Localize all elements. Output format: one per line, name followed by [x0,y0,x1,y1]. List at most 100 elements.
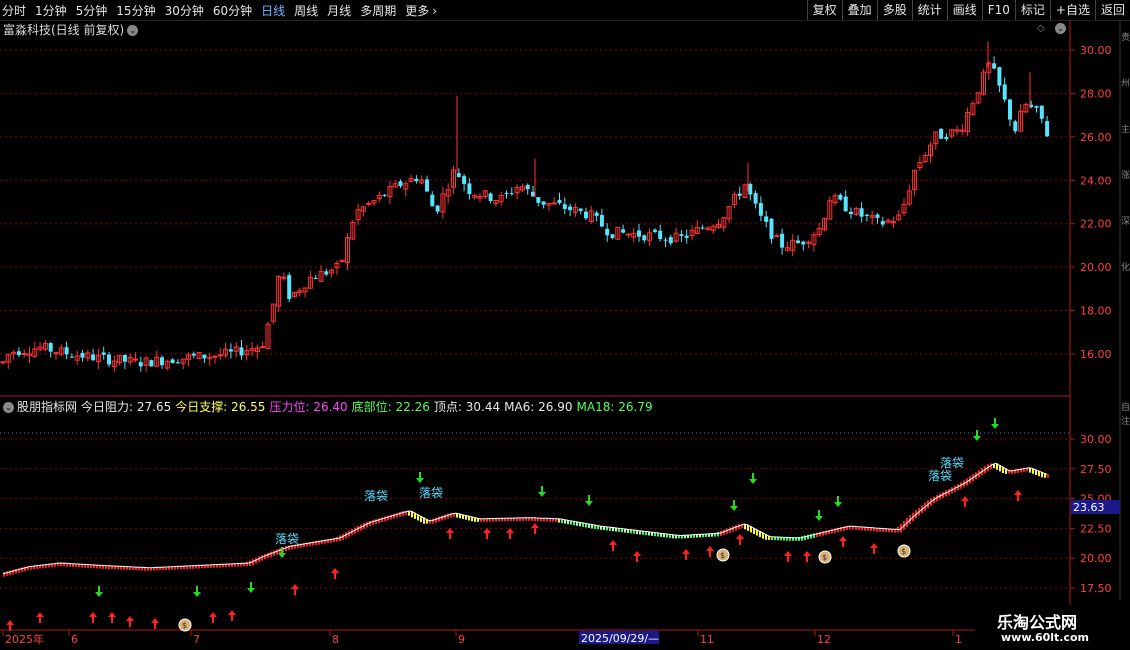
x-tick-label: 9 [458,633,465,646]
up-arrow-icon [228,610,236,621]
down-arrow-icon [815,510,823,521]
svg-text:$: $ [901,547,906,556]
candle-body-down [488,193,493,201]
candle-body-down [1013,121,1018,132]
right-edge-text: 涨 [1121,170,1130,181]
candle-body-down [939,128,944,139]
x-tick-label: 2025年 [5,632,44,646]
right-edge-indicator-text: 注 [1121,415,1130,427]
candle-body-down [758,203,763,216]
candle-body-down [170,359,175,364]
candle-body-down [101,352,106,355]
right-edge-indicator-text: 自 [1121,401,1130,413]
candle-body-down [462,176,467,185]
ribbon-bar [399,512,401,517]
up-arrow-icon [870,543,878,554]
right-edge-text: 化 [1121,261,1130,273]
candle-body-down [435,205,440,212]
chart-canvas[interactable]: $$ $$落袋 落袋落袋落袋落袋 30.0028.0026.0024.0022.00… [0,0,1130,650]
indicator-ribbon [2,462,1049,577]
candle-body-down [16,351,21,356]
ribbon-bar [369,520,371,526]
candle-body-down [594,212,599,216]
candle-body-down [504,192,509,194]
candle-body-down [578,208,583,211]
down-arrow-icon [585,495,593,506]
candle-body-down [801,241,806,245]
diamond-icon[interactable]: ◇ [1037,23,1045,34]
x-tick-label: 1 [955,633,962,646]
ribbon-bar [390,514,392,520]
indicator-tick-label: 17.50 [1080,582,1112,595]
candle-body-down [599,215,604,227]
candle-body-down [568,206,573,211]
candle-body-down [997,67,1002,86]
up-arrow-icon [506,528,514,539]
down-arrow-icon [730,500,738,511]
candle-body-down [663,239,668,241]
ribbon-bar [396,512,398,518]
ribbon-bar [375,519,377,524]
candle-body-up [217,354,223,357]
candle-body-down [191,353,196,356]
candle-body-down [642,235,647,241]
down-arrow-icon [973,430,981,441]
up-arrow-icon [446,528,454,539]
ribbon-bar [447,513,449,519]
candle-body-down [430,194,435,207]
up-arrow-icon [483,528,491,539]
watermark-url: www.60lt.com [1001,631,1090,644]
down-arrow-icon [416,472,424,483]
candle-body-down [875,214,880,218]
ribbon-bar [717,532,719,537]
grid-lines [0,20,1121,631]
candle-body-down [80,353,85,358]
ribbon-bar [408,511,410,516]
right-edge-text: 深 [1121,216,1130,227]
down-arrow-icon [538,486,546,497]
candle-body-down [584,211,588,219]
candle-body-down [843,196,848,212]
x-tick-label: 6 [71,633,78,646]
ribbon-bar [378,518,380,524]
peak-value: 顶点: 30.44 [433,400,501,414]
ribbon-bar [384,516,386,522]
price-tick-label: 28.00 [1080,87,1112,100]
support-value: 今日支撑: 26.55 [175,400,266,414]
ribbon-bar [372,520,374,525]
x-tick-label: 12 [817,633,831,646]
candle-body-down [456,173,461,177]
up-arrow-icon [633,551,641,562]
candle-body-up [551,202,557,205]
luodai-label: 落袋 [928,469,952,483]
candle-body-down [992,63,997,69]
candle-body-down [509,193,514,195]
up-arrow-icon [784,551,792,562]
candle-body-up [774,235,780,238]
candle-body-down [610,234,615,238]
candle-body-down [228,349,233,352]
chevron-down-icon[interactable]: ⌄ [127,25,139,36]
candle-body-down [160,357,164,366]
candle-body-down [324,271,329,275]
candle-body-down [658,230,663,239]
candle-body-down [652,229,657,232]
main-chart-title[interactable]: 富淼科技(日线 前复权) ⌄ [3,21,139,38]
candle-body-down [562,204,567,209]
down-arrow-icon [991,418,999,429]
settings-circle-icon[interactable]: ⌄ [1055,23,1066,34]
indicator-name[interactable]: 股朋指标网 [17,400,77,414]
up-arrow-icon [36,612,44,623]
up-arrow-icon [609,540,617,551]
candle-body-down [64,347,69,355]
candle-body-down [684,235,689,238]
chevron-down-icon[interactable]: ⌄ [3,402,14,413]
candle-body-down [748,183,753,195]
ribbon-bar [441,515,443,521]
candle-body-up [366,202,372,205]
right-edge-text: 贵 [1121,31,1130,43]
candle-body-down [138,362,143,367]
indicator-tick-label: 30.00 [1080,433,1112,446]
candle-body-down [1008,99,1012,120]
ribbon-bar [387,515,389,521]
